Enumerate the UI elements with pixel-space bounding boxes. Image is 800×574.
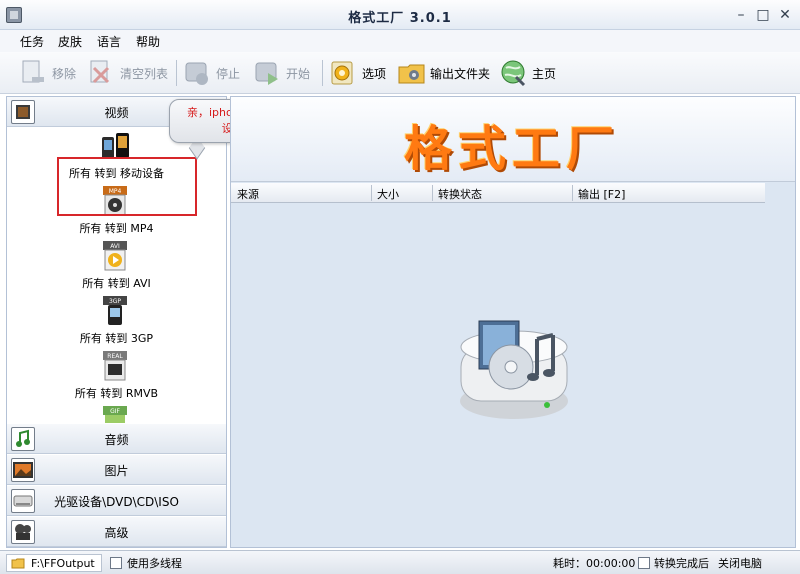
category-label: 光驱设备\DVD\CD\ISO xyxy=(54,495,179,509)
document-remove-icon xyxy=(20,59,46,87)
start-icon xyxy=(254,59,280,87)
remove-button[interactable]: 移除 xyxy=(20,57,76,89)
toolbar-separator xyxy=(322,60,323,86)
svg-text:3GP: 3GP xyxy=(109,298,121,305)
output-folder-button[interactable]: 输出文件夹 xyxy=(398,57,490,89)
menu-bar: 任务 皮肤 语言 帮助 xyxy=(0,30,800,52)
column-divider[interactable] xyxy=(572,185,573,201)
list-item-label: 所有 转到 3GP xyxy=(79,332,154,345)
window-title: 格式工厂 3.0.1 xyxy=(348,11,452,26)
stop-icon xyxy=(184,59,210,87)
format-factory-logo-icon xyxy=(460,320,568,419)
clear-list-label: 清空列表 xyxy=(120,66,169,81)
globe-home-icon xyxy=(500,59,526,87)
column-status[interactable]: 转换状态 xyxy=(438,186,482,202)
options-label: 选项 xyxy=(362,66,387,81)
minimize-icon[interactable]: – xyxy=(732,6,750,24)
toolbar: 移除 清空列表 停止 开始 选项 输出文件夹 主页 xyxy=(0,52,800,94)
rmvb-icon: REAL xyxy=(102,351,128,381)
multithread-checkbox[interactable] xyxy=(110,557,122,569)
list-item-label: 所有 转到 AVI xyxy=(82,277,151,290)
list-item[interactable]: GIF xyxy=(7,406,226,423)
column-output[interactable]: 输出 [F2] xyxy=(578,186,625,202)
status-bar: F:\FFOutput 使用多线程 耗时：00:00:00 转换完成后 关闭电脑 xyxy=(0,550,800,574)
home-label: 主页 xyxy=(532,66,557,81)
svg-text:AVI: AVI xyxy=(110,243,120,250)
start-button[interactable]: 开始 xyxy=(254,57,310,89)
gif-icon: GIF xyxy=(102,406,128,423)
category-label: 音频 xyxy=(104,433,129,447)
stop-button[interactable]: 停止 xyxy=(184,57,240,89)
elapsed-time: 耗时：00:00:00 xyxy=(553,557,636,570)
category-label: 图片 xyxy=(104,464,129,478)
list-item-label: 所有 转到 RMVB xyxy=(74,387,159,400)
menu-language[interactable]: 语言 xyxy=(97,33,121,50)
clear-list-icon xyxy=(88,59,114,87)
main-panel: 格式工厂 来源 大小 转换状态 输出 [F2] xyxy=(230,96,796,548)
shutdown-label: 关闭电脑 xyxy=(718,557,762,570)
category-audio[interactable]: 音频 xyxy=(7,424,226,454)
category-optical[interactable]: 光驱设备\DVD\CD\ISO xyxy=(7,486,226,516)
output-path-segment[interactable]: F:\FFOutput xyxy=(6,554,102,572)
avi-icon: AVI xyxy=(102,241,128,271)
clear-list-button[interactable]: 清空列表 xyxy=(88,57,168,89)
list-item[interactable]: AVI 所有 转到 AVI xyxy=(7,241,226,296)
menu-task[interactable]: 任务 xyxy=(20,33,44,50)
category-picture[interactable]: 图片 xyxy=(7,455,226,485)
list-item[interactable]: 3GP 所有 转到 3GP xyxy=(7,296,226,351)
start-label: 开始 xyxy=(286,66,311,81)
column-divider[interactable] xyxy=(371,185,372,201)
category-advanced[interactable]: 高级 xyxy=(7,517,226,547)
svg-text:GIF: GIF xyxy=(110,408,120,415)
column-size[interactable]: 大小 xyxy=(377,186,399,202)
options-button[interactable]: 选项 xyxy=(330,57,386,89)
maximize-icon[interactable]: □ xyxy=(754,6,772,24)
after-done-checkbox[interactable] xyxy=(638,557,650,569)
video-list: 所有 转到 移动设备 MP4 所有 转到 MP4 AVI 所有 转到 AVI 3… xyxy=(7,127,226,423)
svg-text:REAL: REAL xyxy=(107,353,123,360)
output-folder-label: 输出文件夹 xyxy=(430,66,491,81)
gear-icon xyxy=(330,59,356,87)
logo-banner: 格式工厂 xyxy=(231,97,795,182)
folder-icon xyxy=(398,59,425,87)
category-label: 高级 xyxy=(104,526,129,540)
close-icon[interactable]: ✕ xyxy=(776,6,794,24)
menu-help[interactable]: 帮助 xyxy=(136,33,160,50)
stop-label: 停止 xyxy=(216,66,241,81)
remove-label: 移除 xyxy=(52,66,77,81)
sidebar: 视频 所有 转到 移动设备 MP4 所有 转到 MP4 AVI 所有 转到 AV… xyxy=(6,96,227,548)
multithread-label: 使用多线程 xyxy=(127,557,182,570)
home-button[interactable]: 主页 xyxy=(500,57,556,89)
toolbar-separator xyxy=(176,60,177,86)
file-list-header: 来源 大小 转换状态 输出 [F2] xyxy=(231,183,765,203)
menu-skin[interactable]: 皮肤 xyxy=(58,33,82,50)
3gp-icon: 3GP xyxy=(102,296,128,326)
column-divider[interactable] xyxy=(432,185,433,201)
highlight-box xyxy=(57,157,197,216)
logo-text: 格式工厂 xyxy=(404,121,621,177)
list-item-label: 所有 转到 MP4 xyxy=(79,222,154,235)
output-path: F:\FFOutput xyxy=(31,557,95,570)
column-source[interactable]: 来源 xyxy=(237,186,259,202)
folder-icon xyxy=(11,558,25,569)
title-bar: 格式工厂 3.0.1 – □ ✕ xyxy=(0,0,800,30)
list-item[interactable]: REAL 所有 转到 RMVB xyxy=(7,351,226,406)
after-done-label: 转换完成后 xyxy=(654,557,709,570)
